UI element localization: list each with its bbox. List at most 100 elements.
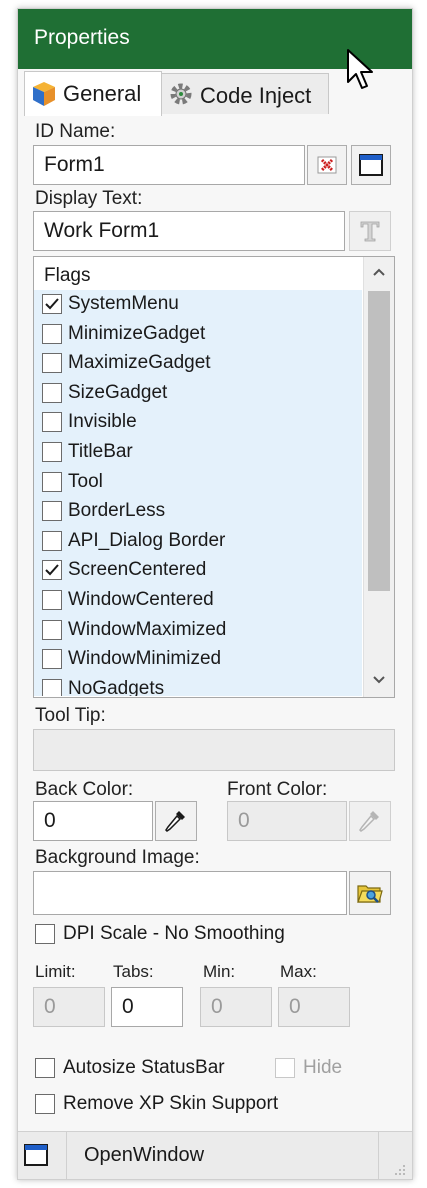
autosize-statusbar-box[interactable]: [35, 1058, 55, 1078]
front-color-input[interactable]: 0: [227, 801, 347, 841]
id-name-input[interactable]: Form1: [33, 145, 305, 185]
back-color-picker-button[interactable]: [155, 801, 197, 841]
chevron-up-icon[interactable]: [372, 267, 386, 277]
flag-item[interactable]: Invisible: [34, 408, 362, 438]
flag-item[interactable]: SystemMenu: [34, 290, 362, 320]
tab-code-inject-label: Code Inject: [200, 83, 312, 108]
id-name-window-button[interactable]: [351, 145, 391, 185]
flag-item[interactable]: TitleBar: [34, 438, 362, 468]
tab-general[interactable]: General: [24, 71, 162, 116]
flag-checkbox[interactable]: [42, 590, 62, 610]
max-value: 0: [289, 995, 301, 1018]
flag-item[interactable]: MaximizeGadget: [34, 349, 362, 379]
flag-checkbox[interactable]: [42, 412, 62, 433]
id-name-reset-button[interactable]: [307, 145, 347, 185]
flag-checkbox[interactable]: [42, 530, 62, 551]
flag-label: SizeGadget: [68, 381, 168, 403]
flag-checkbox[interactable]: [42, 649, 62, 670]
dpi-scale-label: DPI Scale - No Smoothing: [63, 923, 285, 944]
flag-label: MinimizeGadget: [68, 322, 206, 344]
flag-label: SystemMenu: [68, 293, 179, 314]
flag-checkbox[interactable]: [42, 353, 62, 374]
autosize-statusbar-checkbox[interactable]: Autosize StatusBar: [35, 1055, 265, 1083]
flags-rows: SystemMenu MinimizeGadget MaximizeGadget Si…: [34, 290, 362, 696]
browse-image-button[interactable]: [349, 871, 391, 915]
flag-item[interactable]: API_Dialog Border: [34, 527, 362, 557]
id-name-value: Form1: [44, 153, 105, 176]
hide-box[interactable]: [275, 1058, 295, 1078]
eyedropper-icon: [165, 811, 185, 832]
eyedropper-icon: [359, 811, 379, 832]
dpi-scale-box[interactable]: [35, 924, 55, 944]
flag-checkbox[interactable]: [42, 560, 62, 581]
flag-checkbox[interactable]: [42, 619, 62, 640]
autosize-statusbar-label: Autosize StatusBar: [63, 1057, 225, 1078]
flag-item[interactable]: WindowMaximized: [34, 616, 362, 646]
max-label: Max:: [280, 962, 317, 981]
back-color-input[interactable]: 0: [33, 801, 153, 841]
flag-label: NoGadgets: [68, 677, 165, 696]
min-value: 0: [211, 995, 223, 1018]
flag-label: MaximizeGadget: [68, 352, 211, 374]
flag-item[interactable]: ScreenCentered: [34, 556, 362, 586]
flag-item[interactable]: NoGadgets: [34, 675, 362, 696]
remove-xp-skin-box[interactable]: [35, 1094, 55, 1114]
checkmark-icon: [45, 298, 59, 310]
flag-item[interactable]: MinimizeGadget: [34, 320, 362, 350]
window-icon: [359, 154, 383, 176]
flag-checkbox[interactable]: [42, 471, 62, 492]
flag-item[interactable]: BorderLess: [34, 497, 362, 527]
gear-icon: [170, 83, 192, 105]
flag-item[interactable]: WindowMinimized: [34, 645, 362, 675]
flag-checkbox[interactable]: [42, 382, 62, 403]
front-color-picker-button[interactable]: [349, 801, 391, 841]
background-image-input[interactable]: [33, 871, 347, 915]
background-image-label: Background Image:: [35, 847, 200, 868]
back-color-label: Back Color:: [35, 779, 134, 800]
front-color-label: Front Color:: [227, 779, 328, 800]
resize-grip-icon[interactable]: [394, 1164, 406, 1176]
flag-checkbox[interactable]: [42, 501, 62, 522]
flags-list[interactable]: Flags SystemMenu MinimizeGadget MaximizeGa…: [33, 256, 395, 698]
properties-panel: Properties General Code Inject ID Name: …: [17, 8, 413, 1180]
max-input[interactable]: 0: [278, 987, 350, 1027]
flag-checkbox[interactable]: [42, 442, 62, 462]
tooltip-input[interactable]: [33, 729, 395, 771]
hide-checkbox[interactable]: Hide: [275, 1055, 375, 1083]
checkmark-icon: [45, 564, 59, 576]
dpi-scale-checkbox[interactable]: DPI Scale - No Smoothing: [35, 921, 335, 949]
flags-header-label: Flags: [44, 265, 91, 286]
flag-checkbox[interactable]: [42, 323, 62, 344]
min-label: Min:: [203, 962, 236, 981]
text-font-icon: [360, 221, 380, 242]
tabs-input[interactable]: 0: [111, 987, 183, 1027]
chevron-down-icon[interactable]: [372, 675, 386, 685]
flag-label: ScreenCentered: [68, 559, 207, 581]
dotted-x-icon: [317, 156, 337, 174]
remove-xp-skin-checkbox[interactable]: Remove XP Skin Support: [35, 1091, 355, 1119]
flag-item[interactable]: SizeGadget: [34, 379, 362, 409]
scrollbar-thumb[interactable]: [368, 291, 390, 591]
flag-checkbox[interactable]: [42, 294, 62, 314]
flag-label: WindowMinimized: [68, 648, 222, 670]
id-name-label: ID Name:: [35, 121, 116, 142]
window-title: Properties: [34, 26, 130, 49]
flags-scrollbar[interactable]: [363, 257, 394, 697]
front-color-value: 0: [238, 809, 250, 832]
limit-input[interactable]: 0: [33, 987, 105, 1027]
tab-general-label: General: [63, 81, 142, 106]
flag-label: API_Dialog Border: [68, 529, 226, 551]
status-bar: OpenWindow: [18, 1131, 412, 1179]
flag-item[interactable]: WindowCentered: [34, 586, 362, 616]
min-input[interactable]: 0: [200, 987, 272, 1027]
display-text-input[interactable]: Work Form1: [33, 211, 345, 251]
flag-item[interactable]: Tool: [34, 468, 362, 498]
tab-code-inject[interactable]: Code Inject: [161, 73, 329, 114]
flag-label: BorderLess: [68, 500, 166, 522]
mouse-cursor-icon: [347, 49, 373, 89]
open-folder-icon: [357, 885, 383, 903]
flag-checkbox[interactable]: [42, 678, 62, 696]
tabs-label: Tabs:: [113, 962, 154, 981]
font-button[interactable]: [349, 211, 391, 251]
flag-label: TitleBar: [68, 441, 133, 462]
